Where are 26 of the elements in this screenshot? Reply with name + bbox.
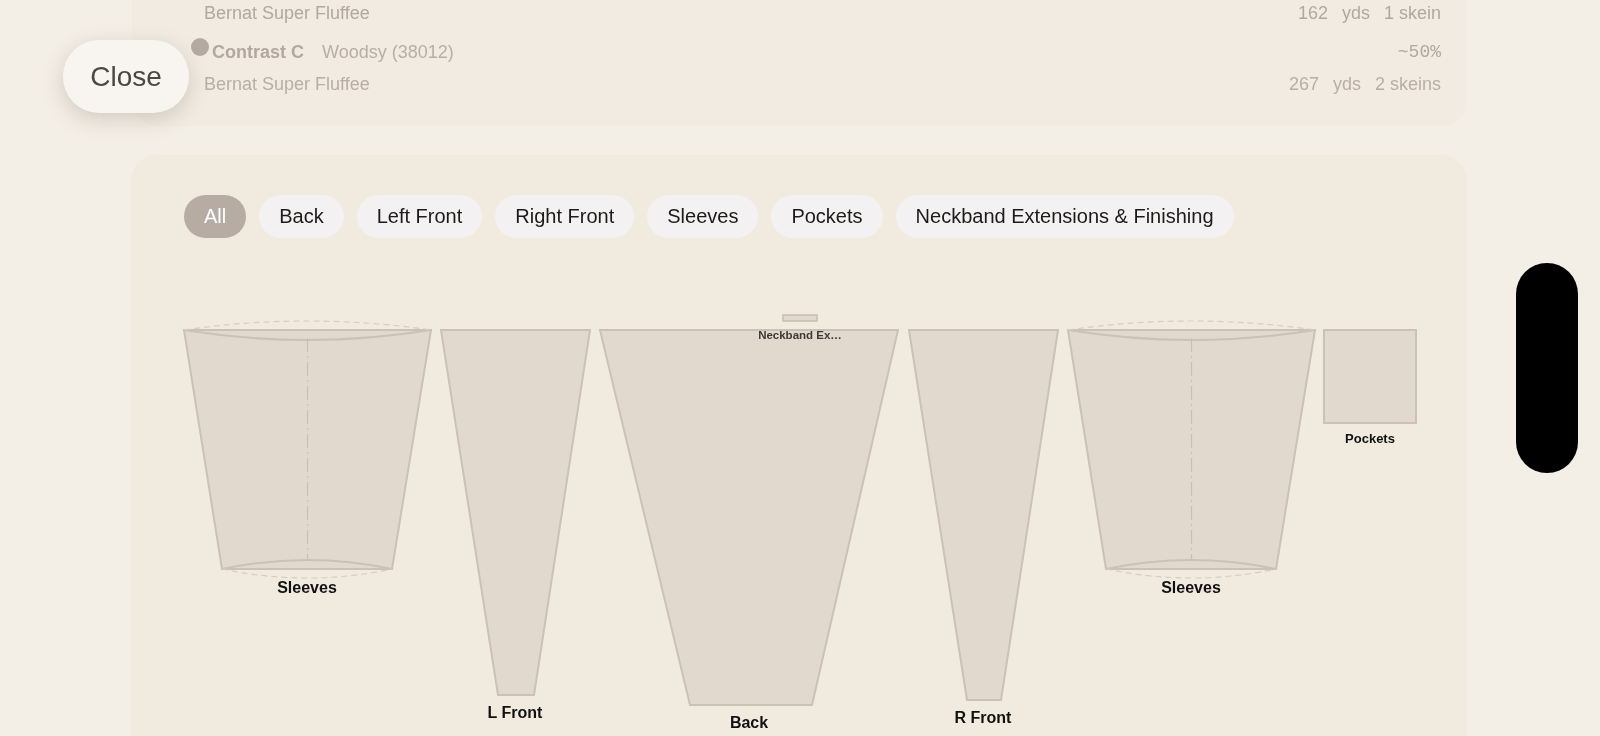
filter-chip[interactable]: Right Front xyxy=(495,195,635,238)
close-button[interactable]: Close xyxy=(63,40,189,113)
piece-label: Back xyxy=(729,714,769,731)
piece-label: Pockets xyxy=(1345,431,1395,446)
filter-chip[interactable]: Left Front xyxy=(356,195,483,238)
piece-label: R Front xyxy=(954,709,1012,726)
yarn-skeins: 2 skeins xyxy=(1374,73,1441,95)
filter-chip[interactable]: Back xyxy=(259,195,344,238)
piece-label: Sleeves xyxy=(277,579,337,596)
filter-chip[interactable]: Sleeves xyxy=(647,195,759,238)
filter-chip[interactable]: Neckband Extensions & Finishing xyxy=(895,195,1234,238)
yarn-brand: Bernat Super Fluffee xyxy=(204,2,370,24)
yarn-yards-unit: yds xyxy=(1332,73,1361,95)
piece-label: Neckband Ex… xyxy=(758,329,842,341)
yarn-brand: Bernat Super Fluffee xyxy=(204,73,370,95)
filter-chip[interactable]: Pockets xyxy=(771,195,883,238)
yarn-yards: 162 xyxy=(1297,2,1328,24)
yarn-share: ~50% xyxy=(1397,42,1441,62)
piece-label: Sleeves xyxy=(1161,579,1221,596)
yarn-skeins: 1 skein xyxy=(1383,2,1441,24)
yarn-yards: 267 xyxy=(1288,73,1319,95)
yarn-tag: Contrast C xyxy=(204,39,312,65)
yarn-color-name: Woodsy (38012) xyxy=(322,41,454,63)
yarn-yards-unit: yds xyxy=(1341,2,1370,24)
band-piece-shape xyxy=(782,314,818,322)
piece-label: L Front xyxy=(487,704,543,721)
